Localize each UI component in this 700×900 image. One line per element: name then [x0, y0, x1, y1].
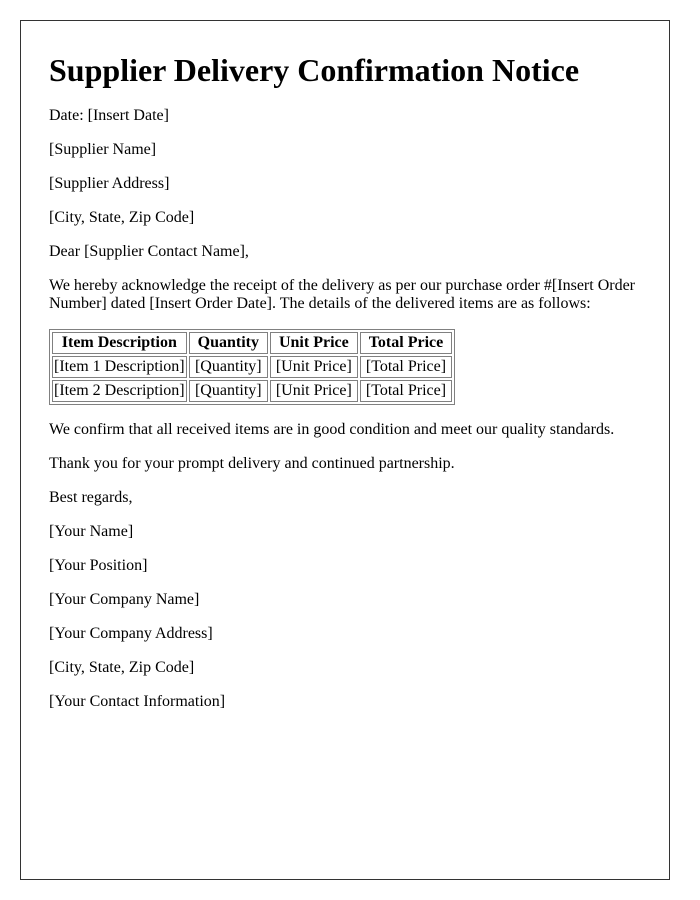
header-quantity: Quantity — [188, 332, 268, 355]
cell-item-description: [Item 1 Description] — [52, 356, 187, 379]
sender-company: [Your Company Name] — [49, 591, 200, 609]
sender-contact: [Your Contact Information] — [49, 693, 226, 711]
closing: Best regards, — [49, 489, 133, 507]
header-unit-price: Unit Price — [269, 332, 358, 355]
sender-name: [Your Name] — [49, 523, 134, 541]
cell-quantity: [Quantity] — [188, 356, 268, 379]
table-header-row: Item Description Quantity Unit Price Tot… — [52, 332, 453, 355]
letter-title: Supplier Delivery Confirmation Notice — [49, 52, 580, 88]
table-row: [Item 1 Description] [Quantity] [Unit Pr… — [52, 356, 453, 379]
supplier-city-state-zip: [City, State, Zip Code] — [49, 209, 195, 227]
thanks-paragraph: Thank you for your prompt delivery and c… — [49, 455, 455, 473]
supplier-address: [Supplier Address] — [49, 175, 170, 193]
cell-unit-price: [Unit Price] — [269, 356, 358, 379]
salutation: Dear [Supplier Contact Name], — [49, 243, 249, 261]
delivered-items-table: Item Description Quantity Unit Price Tot… — [49, 329, 456, 406]
supplier-name: [Supplier Name] — [49, 141, 157, 159]
sender-address: [Your Company Address] — [49, 625, 213, 643]
cell-total-price: [Total Price] — [359, 380, 453, 403]
letter-page: Supplier Delivery Confirmation Notice Da… — [20, 20, 670, 880]
confirmation-paragraph: We confirm that all received items are i… — [49, 421, 615, 439]
cell-quantity: [Quantity] — [188, 380, 268, 403]
cell-unit-price: [Unit Price] — [269, 380, 358, 403]
header-item-description: Item Description — [52, 332, 187, 355]
table-row: [Item 2 Description] [Quantity] [Unit Pr… — [52, 380, 453, 403]
header-total-price: Total Price — [359, 332, 453, 355]
cell-item-description: [Item 2 Description] — [52, 380, 187, 403]
cell-total-price: [Total Price] — [359, 356, 453, 379]
date-line: Date: [Insert Date] — [49, 107, 169, 125]
sender-position: [Your Position] — [49, 557, 148, 575]
intro-paragraph: We hereby acknowledge the receipt of the… — [49, 277, 635, 313]
sender-city-state-zip: [City, State, Zip Code] — [49, 659, 195, 677]
